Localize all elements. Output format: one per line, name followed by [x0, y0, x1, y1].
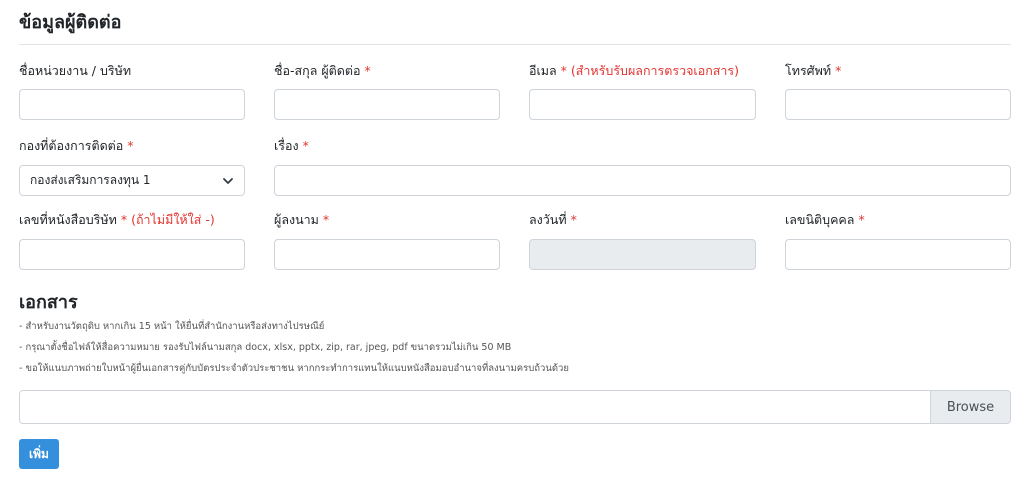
signer-label: ผู้ลงนาม *: [274, 212, 330, 227]
chevron-down-icon: [223, 177, 233, 184]
letter-no-input[interactable]: [19, 239, 245, 270]
signer-input[interactable]: [274, 239, 500, 270]
required-mark: *: [560, 63, 567, 78]
required-mark: *: [322, 212, 330, 227]
required-mark: *: [858, 212, 865, 227]
required-mark: *: [127, 138, 134, 153]
letter-no-note: (ถ้าไม่มีให้ใส่ -): [131, 212, 215, 227]
company-input[interactable]: [19, 89, 245, 120]
subject-input[interactable]: [274, 165, 1011, 196]
juristic-id-label: เลขนิติบุคคล *: [785, 212, 865, 227]
company-label: ชื่อหน่วยงาน / บริษัท: [19, 63, 132, 78]
required-mark: *: [302, 138, 309, 153]
document-hint: - สำหรับงานวัตถุดิบ หากเกิน 15 หน้า ให้ย…: [19, 321, 325, 332]
documents-section-title: เอกสาร: [19, 292, 78, 313]
required-mark: *: [364, 63, 371, 78]
add-button[interactable]: เพิ่ม: [19, 439, 59, 469]
required-mark: *: [120, 212, 128, 227]
phone-label: โทรศัพท์ *: [785, 63, 842, 78]
file-input[interactable]: Browse: [19, 390, 1011, 424]
document-hint: - ขอให้แนบภาพถ่ายใบหน้าผู้ยื่นเอกสารคู่ก…: [19, 363, 569, 374]
phone-input[interactable]: [785, 89, 1011, 120]
contact-name-input[interactable]: [274, 89, 500, 120]
letter-no-label: เลขที่หนังสือบริษัท * (ถ้าไม่มีให้ใส่ -): [19, 212, 215, 227]
contact-section-title: ข้อมูลผู้ติดต่อ: [19, 12, 122, 33]
division-select[interactable]: กองส่งเสริมการลงทุน 1: [19, 165, 245, 196]
division-label: กองที่ต้องการติดต่อ *: [19, 138, 134, 153]
section-divider: [19, 44, 1011, 45]
contact-name-label: ชื่อ-สกุล ผู้ติดต่อ *: [274, 63, 371, 78]
sign-date-input[interactable]: [529, 239, 756, 270]
browse-button[interactable]: Browse: [930, 391, 1010, 423]
sign-date-label: ลงวันที่ *: [529, 212, 577, 227]
required-mark: *: [835, 63, 842, 78]
email-label: อีเมล * (สำหรับรับผลการตรวจเอกสาร): [529, 63, 740, 78]
required-mark: *: [570, 212, 577, 227]
document-hint: - กรุณาตั้งชื่อไฟล์ให้สื่อความหมาย รองรั…: [19, 342, 512, 353]
email-input[interactable]: [529, 89, 756, 120]
division-selected-value: กองส่งเสริมการลงทุน 1: [30, 173, 151, 187]
subject-label: เรื่อง *: [274, 138, 309, 153]
juristic-id-input[interactable]: [785, 239, 1011, 270]
email-note: (สำหรับรับผลการตรวจเอกสาร): [570, 63, 740, 78]
